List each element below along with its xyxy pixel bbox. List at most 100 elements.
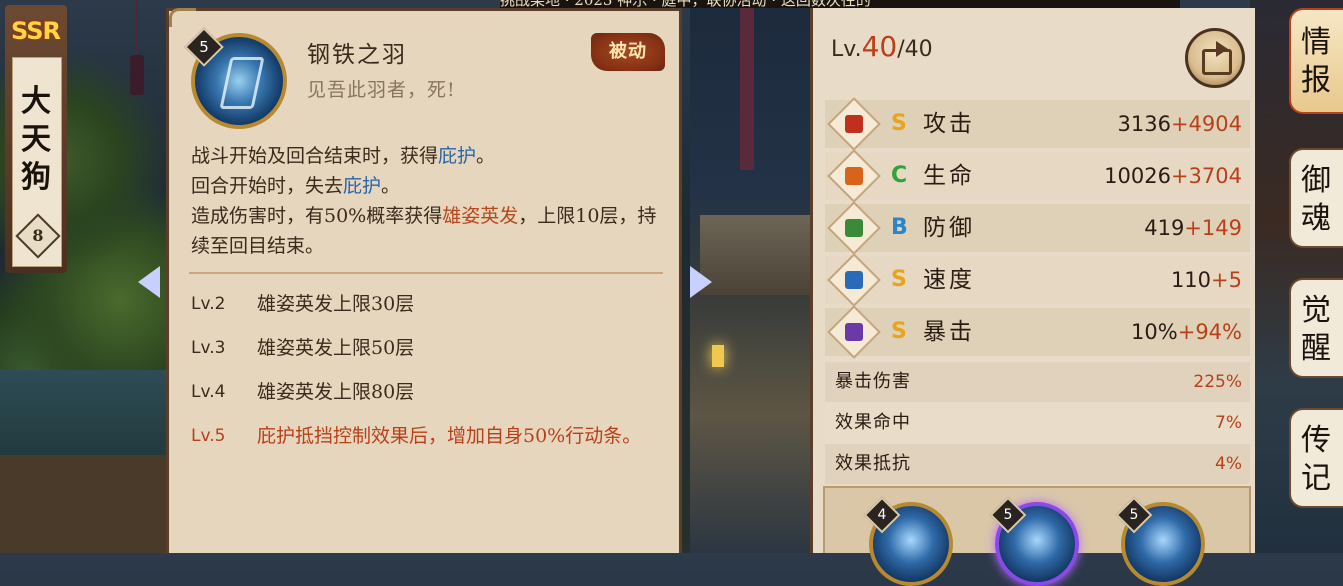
skill-detail-panel: 5 钢铁之羽 见吾此羽者，死! 被动 战斗开始及回合结束时，获得庇护。 回合开始… — [166, 8, 682, 553]
tab-char: 魂 — [1301, 201, 1331, 236]
upgrade-row: Lv.3 雄姿英发上限50层 — [191, 333, 671, 363]
stat-label: 速度 — [923, 267, 975, 293]
name-char: 大 — [21, 84, 51, 119]
crit-scroll-icon — [827, 305, 881, 359]
corner-ornament — [169, 8, 196, 27]
level-display: Lv.40/40 — [831, 30, 933, 63]
stat-bonus: +4904 — [1170, 112, 1242, 136]
tassel-ornament — [130, 0, 144, 95]
stat-row: S 速度 110+5 — [825, 253, 1250, 307]
skill-level-value: 5 — [199, 38, 209, 56]
stat-value: 419+149 — [1144, 212, 1242, 244]
keyword-link[interactable]: 庇护 — [343, 175, 381, 197]
level-max: /40 — [897, 37, 933, 62]
upgrade-row: Lv.2 雄姿英发上限30层 — [191, 289, 671, 319]
stat-row: B 防御 419+149 — [825, 201, 1250, 255]
stat-grade: S — [891, 267, 907, 292]
desc-line: 造成伤害时，有50%概率获得雄姿英发，上限10层，持续至回目结束。 — [191, 201, 671, 261]
tab-biography[interactable]: 传 记 — [1289, 408, 1343, 508]
stat-value: 3136+4904 — [1118, 108, 1243, 140]
desc-text: 造成伤害时，有50%概率获得 — [191, 205, 443, 227]
stats-panel: Lv.40/40 S 攻击 3136+4904 C 生命 10026+3704 B 防御 419… — [810, 8, 1255, 586]
upgrade-row: Lv.4 雄姿英发上限80层 — [191, 377, 671, 407]
sub-stat-label: 暴击伤害 — [835, 371, 911, 392]
tab-char: 醒 — [1301, 331, 1331, 366]
stat-value: 110+5 — [1171, 264, 1242, 296]
speed-arrow-icon — [827, 253, 881, 307]
life-talisman-icon — [827, 149, 881, 203]
stat-grade: C — [891, 163, 908, 188]
stat-grade: S — [891, 111, 907, 136]
top-banner: 挑战某地 · 2023 神乐 · 庭中，联协活动 · 这回数次往的 — [500, 0, 1180, 8]
stat-base: 10% — [1131, 320, 1178, 344]
sub-stat-value: 7% — [1215, 413, 1242, 433]
stat-row: C 生命 10026+3704 — [825, 149, 1250, 203]
stat-bonus: +94% — [1177, 320, 1242, 344]
main-stats: S 攻击 3136+4904 C 生命 10026+3704 B 防御 419+149 S 速度 11… — [825, 97, 1250, 360]
keyword-link[interactable]: 庇护 — [438, 145, 476, 167]
tab-info[interactable]: 情 报 — [1289, 8, 1343, 114]
tassel-knot — [130, 55, 144, 95]
level-prefix: Lv. — [831, 37, 862, 62]
tab-char: 传 — [1301, 423, 1331, 458]
upgrade-list: Lv.2 雄姿英发上限30层 Lv.3 雄姿英发上限50层 Lv.4 雄姿英发上… — [191, 289, 671, 465]
tassel-cord — [136, 0, 138, 60]
share-button[interactable] — [1185, 28, 1245, 88]
tab-char: 报 — [1301, 63, 1331, 98]
sub-stat-value: 4% — [1215, 454, 1242, 474]
upgrade-level: Lv.2 — [191, 294, 226, 314]
tab-awaken[interactable]: 觉 醒 — [1289, 278, 1343, 378]
skill-slot-level: 5 — [1003, 507, 1013, 523]
rarity-badge: SSR — [11, 17, 61, 45]
desc-text: 。 — [381, 175, 401, 197]
level-current: 40 — [861, 30, 898, 63]
tab-char: 情 — [1301, 25, 1331, 60]
lantern — [712, 345, 724, 367]
skill-slot-level: 4 — [877, 507, 887, 523]
star-level-value: 8 — [32, 226, 44, 245]
stat-value: 10026+3704 — [1104, 160, 1242, 192]
stat-bonus: +3704 — [1170, 164, 1242, 188]
sub-stat-label: 效果命中 — [835, 412, 911, 433]
stat-row: S 暴击 10%+94% — [825, 305, 1250, 359]
shikigami-name-tag[interactable]: SSR 大 天 狗 8 — [5, 5, 67, 273]
defense-armor-icon — [827, 201, 881, 255]
pond — [0, 370, 170, 460]
tab-soul[interactable]: 御 魂 — [1289, 148, 1343, 248]
next-arrow-icon[interactable] — [690, 266, 712, 298]
stat-grade: S — [891, 319, 907, 344]
stat-base: 110 — [1170, 268, 1212, 292]
tab-char: 御 — [1301, 163, 1331, 198]
stat-row: S 攻击 3136+4904 — [825, 97, 1250, 151]
stat-value: 10%+94% — [1131, 316, 1242, 348]
stat-label: 防御 — [923, 215, 975, 241]
icon-glyph — [845, 219, 863, 237]
name-char: 狗 — [21, 160, 51, 195]
icon-glyph — [845, 271, 863, 289]
icon-glyph — [845, 323, 863, 341]
name-char: 天 — [21, 122, 51, 157]
skill-type-badge: 被动 — [591, 33, 665, 71]
upgrade-level: Lv.5 — [191, 426, 226, 446]
ground — [0, 455, 170, 553]
skill-name: 钢铁之羽 — [307, 42, 407, 68]
sub-stats: 暴击伤害 225% 效果命中 7% 效果抵抗 4% — [825, 362, 1250, 485]
stat-bonus: +5 — [1211, 268, 1242, 292]
divider — [189, 272, 663, 274]
sub-stat-value: 225% — [1193, 372, 1242, 392]
sub-stat-row: 效果命中 7% — [825, 403, 1250, 443]
stat-label: 生命 — [923, 163, 975, 189]
keyword-link[interactable]: 雄姿英发 — [442, 205, 518, 227]
stat-grade: B — [891, 215, 908, 240]
sub-stat-label: 效果抵抗 — [835, 453, 911, 474]
icon-glyph — [845, 115, 863, 133]
skill-slots-strip: 4 5 5 — [823, 486, 1251, 586]
sub-stat-row: 暴击伤害 225% — [825, 362, 1250, 402]
desc-text: 。 — [476, 145, 496, 167]
skill-type-label: 被动 — [609, 41, 647, 62]
prev-arrow-icon[interactable] — [138, 266, 160, 298]
desc-line: 战斗开始及回合结束时，获得庇护。 — [191, 141, 671, 171]
stat-bonus: +149 — [1184, 216, 1242, 240]
upgrade-text: 雄姿英发上限80层 — [257, 381, 415, 403]
upgrade-text: 庇护抵挡控制效果后，增加自身50%行动条。 — [257, 425, 642, 447]
